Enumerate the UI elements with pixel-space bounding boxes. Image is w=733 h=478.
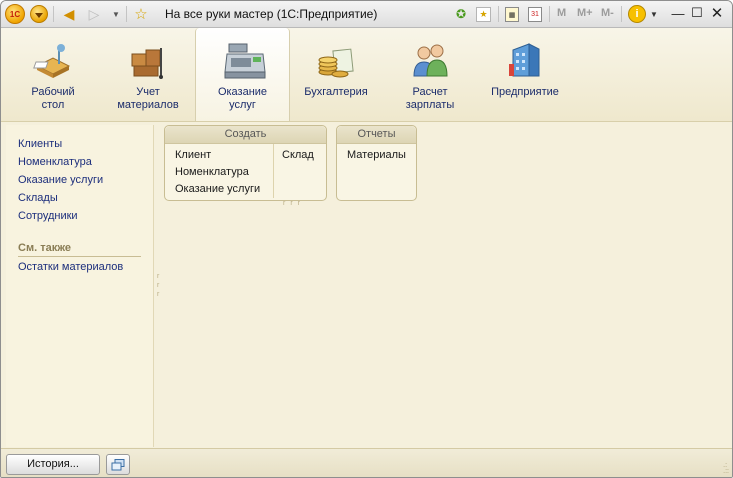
resize-grip-icon[interactable]: .:.:: — [723, 462, 729, 475]
info-icon[interactable]: i — [628, 5, 646, 23]
calendar-icon[interactable]: 31 — [528, 7, 542, 22]
section-accounting[interactable]: Бухгалтерия — [301, 28, 371, 121]
desktop-icon — [33, 40, 73, 80]
toolbar-separator — [621, 6, 622, 22]
see-also-heading: См. также — [18, 242, 141, 257]
splitter-handle[interactable]: rrr — [157, 272, 159, 299]
create-warehouse-link[interactable]: Склад — [282, 149, 314, 161]
calculator-icon[interactable]: ▦ — [505, 7, 519, 22]
nav-item-employees[interactable]: Сотрудники — [18, 210, 78, 222]
nav-item-nomenclature[interactable]: Номенклатура — [18, 156, 92, 168]
create-group: Создать Клиент Номенклатура Оказание усл… — [164, 125, 327, 201]
toolbar-separator — [126, 6, 127, 22]
salary-icon — [410, 40, 450, 80]
reports-group: Отчеты Материалы — [336, 125, 417, 201]
history-dropdown-icon[interactable]: ▼ — [110, 5, 122, 23]
windows-icon — [111, 458, 125, 470]
sections-panel: Рабочий стол Учет материалов Оказание ус… — [1, 28, 732, 122]
section-label: Бухгалтерия — [304, 86, 368, 98]
toolbar-separator — [549, 6, 550, 22]
section-salary[interactable]: Расчет зарплаты — [395, 28, 465, 121]
main-menu-icon[interactable] — [30, 5, 48, 23]
accounting-icon — [316, 40, 356, 80]
info-dropdown-icon[interactable]: ▼ — [649, 5, 659, 23]
window-title: На все руки мастер (1С:Предприятие) — [165, 7, 378, 21]
status-bar: История... .:.:: — [1, 448, 732, 477]
navigation-panel: Клиенты Номенклатура Оказание услуги Скл… — [6, 125, 154, 447]
create-service-link[interactable]: Оказание услуги — [175, 183, 260, 195]
nav-item-material-balances[interactable]: Остатки материалов — [18, 261, 123, 273]
group-resize-handle[interactable]: rrr — [283, 200, 305, 207]
nav-item-clients[interactable]: Клиенты — [18, 138, 62, 150]
1c-logo-icon[interactable]: 1С — [5, 4, 25, 24]
enterprise-icon — [505, 40, 545, 80]
section-label: Рабочий стол — [31, 86, 75, 111]
close-icon[interactable]: ✕ — [710, 5, 724, 22]
section-label: Учет материалов — [117, 86, 179, 111]
section-desktop[interactable]: Рабочий стол — [18, 28, 88, 121]
nav-item-warehouses[interactable]: Склады — [18, 192, 58, 204]
add-favorite-icon[interactable]: ✪ — [453, 6, 469, 22]
section-enterprise[interactable]: Предприятие — [487, 28, 563, 121]
section-services[interactable]: Оказание услуг — [195, 28, 290, 121]
app-window: 1С ◀ ▷ ▼ ☆ На все руки мастер (1С:Предпр… — [0, 0, 733, 478]
bookmark-icon[interactable]: ★ — [476, 7, 491, 22]
memory-plus-button[interactable]: M+ — [577, 7, 593, 19]
section-label: Оказание услуг — [217, 86, 268, 111]
memory-minus-button[interactable]: M- — [601, 7, 614, 19]
star-icon[interactable]: ☆ — [133, 5, 149, 23]
maximize-icon[interactable]: ☐ — [690, 5, 704, 21]
create-group-title: Создать — [165, 126, 326, 144]
back-arrow-icon[interactable]: ◀ — [62, 5, 76, 23]
toolbar-separator — [498, 6, 499, 22]
create-client-link[interactable]: Клиент — [175, 149, 211, 161]
nav-item-service[interactable]: Оказание услуги — [18, 174, 103, 186]
title-bar: 1С ◀ ▷ ▼ ☆ На все руки мастер (1С:Предпр… — [1, 1, 732, 28]
group-divider — [273, 144, 274, 198]
create-nomenclature-link[interactable]: Номенклатура — [175, 166, 249, 178]
minimize-icon[interactable]: — — [671, 5, 685, 21]
cash-register-icon — [223, 40, 266, 80]
forward-arrow-icon[interactable]: ▷ — [87, 5, 101, 23]
toolbar-separator — [53, 6, 54, 22]
history-button[interactable]: История... — [6, 454, 100, 475]
materials-icon — [128, 40, 168, 80]
windows-button[interactable] — [106, 454, 130, 475]
section-label: Расчет зарплаты — [405, 86, 455, 111]
memory-button[interactable]: M — [557, 7, 566, 19]
reports-group-title: Отчеты — [337, 126, 416, 144]
report-materials-link[interactable]: Материалы — [347, 149, 406, 161]
section-label: Предприятие — [491, 86, 559, 98]
section-materials[interactable]: Учет материалов — [109, 28, 187, 121]
